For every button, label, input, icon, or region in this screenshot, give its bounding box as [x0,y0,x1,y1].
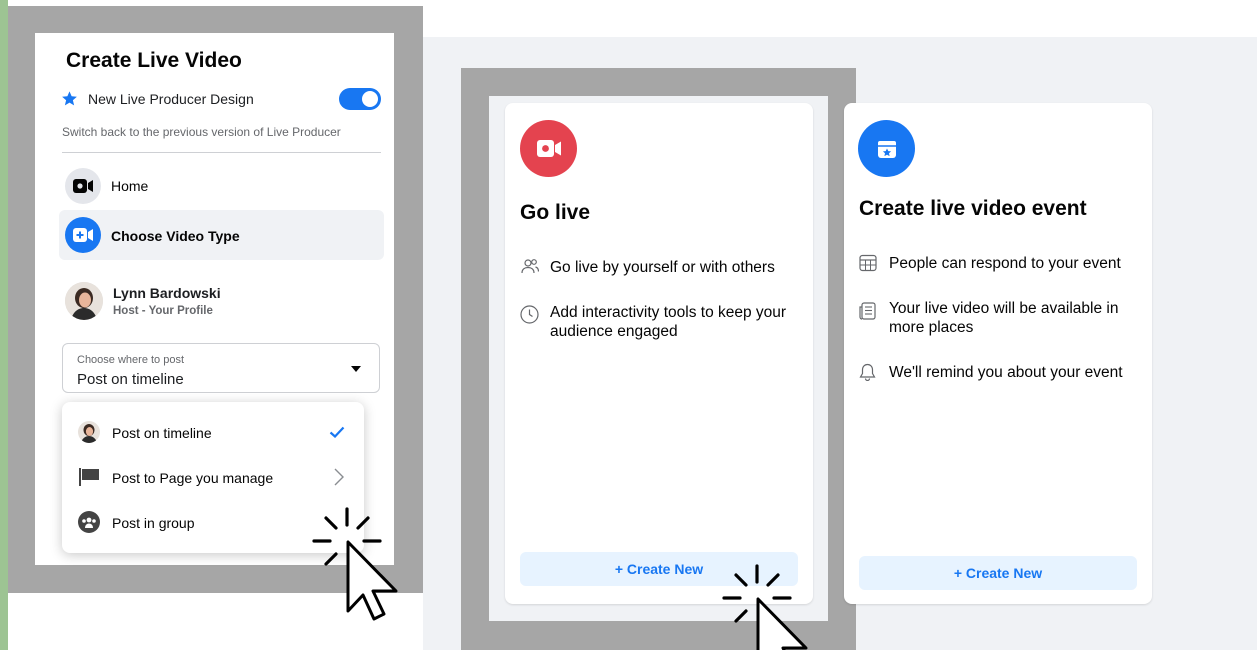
option-post-to-page[interactable]: Post to Page you manage [62,455,364,499]
video-camera-icon [65,168,101,204]
chevron-right-icon [334,468,344,486]
feature-text: People can respond to your event [889,255,1121,272]
nav-choose-video-type[interactable]: Choose Video Type [59,210,384,260]
divider [62,152,381,153]
clock-icon [520,305,539,324]
nav-home-label: Home [111,178,149,194]
people-icon [521,259,539,274]
host-profile[interactable]: Lynn Bardowski Host - Your Profile [63,281,363,323]
click-cursor-icon [722,564,808,650]
post-select-label: Choose where to post [77,354,185,366]
left-edge-strip [0,0,8,650]
switch-back-link[interactable]: Switch back to the previous version of L… [62,125,341,139]
card-title: Create live video event [859,197,1087,220]
star-icon [62,91,77,106]
go-live-card[interactable]: Go live Go live by yourself or with othe… [505,103,813,604]
feature-text: Add interactivity tools to keep your aud… [550,304,787,340]
group-icon [78,511,100,533]
host-name: Lynn Bardowski [113,285,221,301]
post-destination-select[interactable]: Choose where to post Post on timeline [62,343,380,393]
feature-text: We'll remind you about your event [889,364,1123,381]
new-design-toggle[interactable] [339,88,381,110]
avatar [78,421,100,443]
post-select-value: Post on timeline [77,371,184,388]
video-add-icon [65,217,101,253]
caret-down-icon [351,366,361,372]
bell-icon [859,363,876,381]
calendar-grid-icon [859,254,877,272]
live-event-card[interactable]: Create live video event People can respo… [844,103,1152,604]
live-camera-icon [520,120,577,177]
flag-icon [79,468,99,486]
option-label: Post in group [112,515,195,531]
newspaper-icon [859,302,876,320]
create-live-video-panel: Create Live Video New Live Producer Desi… [35,33,394,565]
option-label: Post to Page you manage [112,470,274,486]
avatar [65,282,103,320]
check-icon [329,426,345,438]
create-new-button[interactable]: + Create New [859,556,1137,590]
nav-choose-video-type-label: Choose Video Type [111,228,240,244]
calendar-star-icon [858,120,915,177]
option-post-on-timeline[interactable]: Post on timeline [62,410,364,454]
host-role: Host - Your Profile [113,305,213,317]
nav-home[interactable]: Home [59,167,384,205]
click-cursor-icon [312,507,398,621]
feature-text: Go live by yourself or with others [550,259,775,276]
panel-title: Create Live Video [66,49,242,72]
card-title: Go live [520,201,591,224]
new-design-label: New Live Producer Design [88,91,254,107]
feature-text: Your live video will be available in mor… [889,300,1119,336]
option-label: Post on timeline [112,425,212,441]
